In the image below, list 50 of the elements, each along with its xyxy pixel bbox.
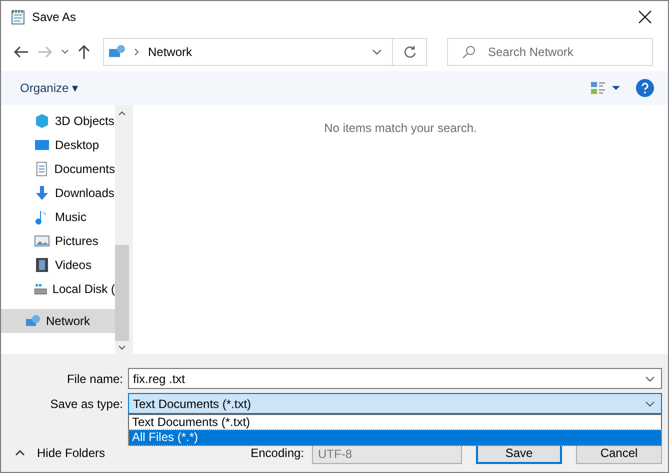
sidebar-item[interactable]: 3D Objects <box>1 109 115 133</box>
sidebar-item[interactable]: Network <box>1 309 115 333</box>
up-icon[interactable] <box>77 44 91 60</box>
desktop-icon <box>34 137 50 153</box>
recent-chevron-icon[interactable] <box>61 49 69 55</box>
dropdown-chevron-icon[interactable] <box>645 400 655 406</box>
sidebar-item[interactable]: Downloads <box>1 181 115 205</box>
network-icon <box>108 44 126 60</box>
dropdown-option[interactable]: Text Documents (*.txt) <box>129 415 661 430</box>
pictures-icon <box>34 233 50 249</box>
dropdown-option[interactable]: All Files (*.*) <box>129 430 661 445</box>
disk-icon <box>34 281 48 297</box>
window-title: Save As <box>32 10 76 24</box>
save-type-label: Save as type: <box>49 396 124 410</box>
view-options-icon[interactable] <box>590 81 620 95</box>
file-name-label: File name: <box>66 372 124 386</box>
close-icon[interactable] <box>638 10 652 24</box>
scroll-down-icon[interactable] <box>118 345 126 350</box>
scrollbar-thumb[interactable] <box>115 245 129 341</box>
encoding-label: Encoding: <box>250 446 304 460</box>
sidebar-item[interactable]: Local Disk ( <box>1 277 115 301</box>
help-icon[interactable] <box>636 79 654 97</box>
address-location: Network <box>148 45 194 59</box>
refresh-icon[interactable] <box>402 45 416 59</box>
dropdown-chevron-icon[interactable] <box>645 376 655 382</box>
sidebar-item[interactable]: Pictures <box>1 229 115 253</box>
address-dropdown-icon[interactable] <box>372 49 382 55</box>
videos-icon <box>34 257 50 273</box>
file-name-field[interactable]: fix.reg .txt <box>128 368 662 389</box>
sidebar-item[interactable]: Documents <box>1 157 115 181</box>
hide-folders-button[interactable]: Hide Folders <box>1 445 112 461</box>
sidebar-item[interactable]: Videos <box>1 253 115 277</box>
organize-menu[interactable]: Organize ▾ <box>20 81 78 95</box>
empty-message: No items match your search. <box>324 121 477 135</box>
chevron-up-icon[interactable] <box>15 450 25 456</box>
sidebar-item[interactable]: Music <box>1 205 115 229</box>
cube-icon <box>34 113 50 129</box>
save-type-dropdown[interactable]: Text Documents (*.txt) <box>128 393 662 414</box>
download-icon <box>34 185 50 201</box>
sidebar-item[interactable]: Desktop <box>1 133 115 157</box>
address-bar[interactable]: Network <box>103 38 393 66</box>
refresh-button[interactable] <box>393 38 427 66</box>
document-icon <box>34 161 50 177</box>
scroll-up-icon[interactable] <box>118 111 126 116</box>
search-icon <box>462 45 476 59</box>
back-icon[interactable] <box>13 45 29 59</box>
network-icon <box>25 313 41 329</box>
breadcrumb-chevron-icon <box>134 48 140 56</box>
notepad-icon <box>10 9 26 25</box>
search-field[interactable]: Search Network <box>447 38 653 66</box>
